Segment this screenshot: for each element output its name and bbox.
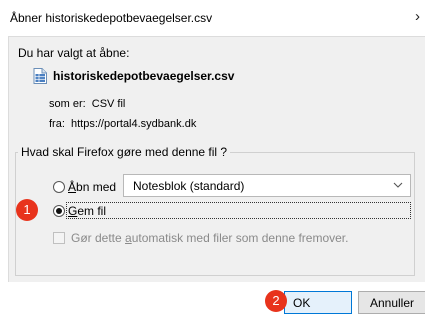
close-icon[interactable]: › bbox=[415, 7, 425, 27]
annotation-badge-1: 1 bbox=[16, 199, 38, 221]
save-file-label-rest: em fil bbox=[77, 204, 107, 218]
auto-action-label: Gør dette automatisk med filer som denne… bbox=[71, 231, 348, 245]
file-source-value: https://portal4.sydbank.dk bbox=[70, 118, 197, 130]
file-name: historiskedepotbevaegelser.csv bbox=[53, 69, 235, 83]
open-with-radio[interactable] bbox=[53, 181, 65, 193]
auto-action-label-rest: utomatisk med filer som denne fremover. bbox=[131, 231, 349, 245]
save-file-accel: G bbox=[68, 204, 78, 218]
csv-file-icon bbox=[33, 68, 47, 84]
ok-button[interactable]: OK bbox=[284, 291, 352, 314]
action-group-legend: Hvad skal Firefox gøre med denne fil ? bbox=[18, 145, 231, 159]
download-dialog: Åbner historiskedepotbevaegelser.csv › D… bbox=[0, 0, 425, 317]
title-bar: Åbner historiskedepotbevaegelser.csv › bbox=[0, 0, 425, 36]
auto-action-accel: a bbox=[125, 231, 132, 245]
file-type-label: som er: bbox=[49, 98, 86, 110]
chevron-down-icon bbox=[393, 178, 403, 195]
action-group: Hvad skal Firefox gøre med denne fil ? Å… bbox=[15, 145, 415, 276]
cancel-button[interactable]: Annuller bbox=[358, 291, 425, 314]
file-source-row: fra: https://portal4.sydbank.dk bbox=[49, 118, 196, 130]
intro-text: Du har valgt at åbne: bbox=[18, 46, 130, 60]
open-with-app-select[interactable]: Notesblok (standard) bbox=[123, 174, 411, 197]
save-file-radio[interactable] bbox=[53, 205, 65, 217]
button-bar: OK Annuller bbox=[0, 282, 425, 317]
open-with-label[interactable]: Åbn med bbox=[68, 180, 116, 194]
open-with-app-value: Notesblok (standard) bbox=[133, 179, 245, 193]
file-type-value: CSV fil bbox=[91, 98, 126, 110]
annotation-badge-2: 2 bbox=[265, 290, 287, 312]
file-type-row: som er: CSV fil bbox=[49, 98, 125, 110]
open-with-label-rest: bn med bbox=[76, 180, 117, 194]
file-source-label: fra: bbox=[49, 118, 65, 130]
open-with-accel: Å bbox=[68, 180, 77, 194]
save-file-label[interactable]: Gem fil bbox=[68, 204, 106, 218]
auto-action-checkbox[interactable] bbox=[53, 232, 65, 244]
auto-action-label-pre: Gør dette bbox=[71, 231, 126, 245]
file-row: historiskedepotbevaegelser.csv bbox=[33, 68, 234, 84]
save-file-focus-outline bbox=[66, 202, 411, 219]
dialog-body: Du har valgt at åbne: historiskedepotbev… bbox=[8, 36, 425, 282]
window-title: Åbner historiskedepotbevaegelser.csv bbox=[10, 11, 213, 25]
